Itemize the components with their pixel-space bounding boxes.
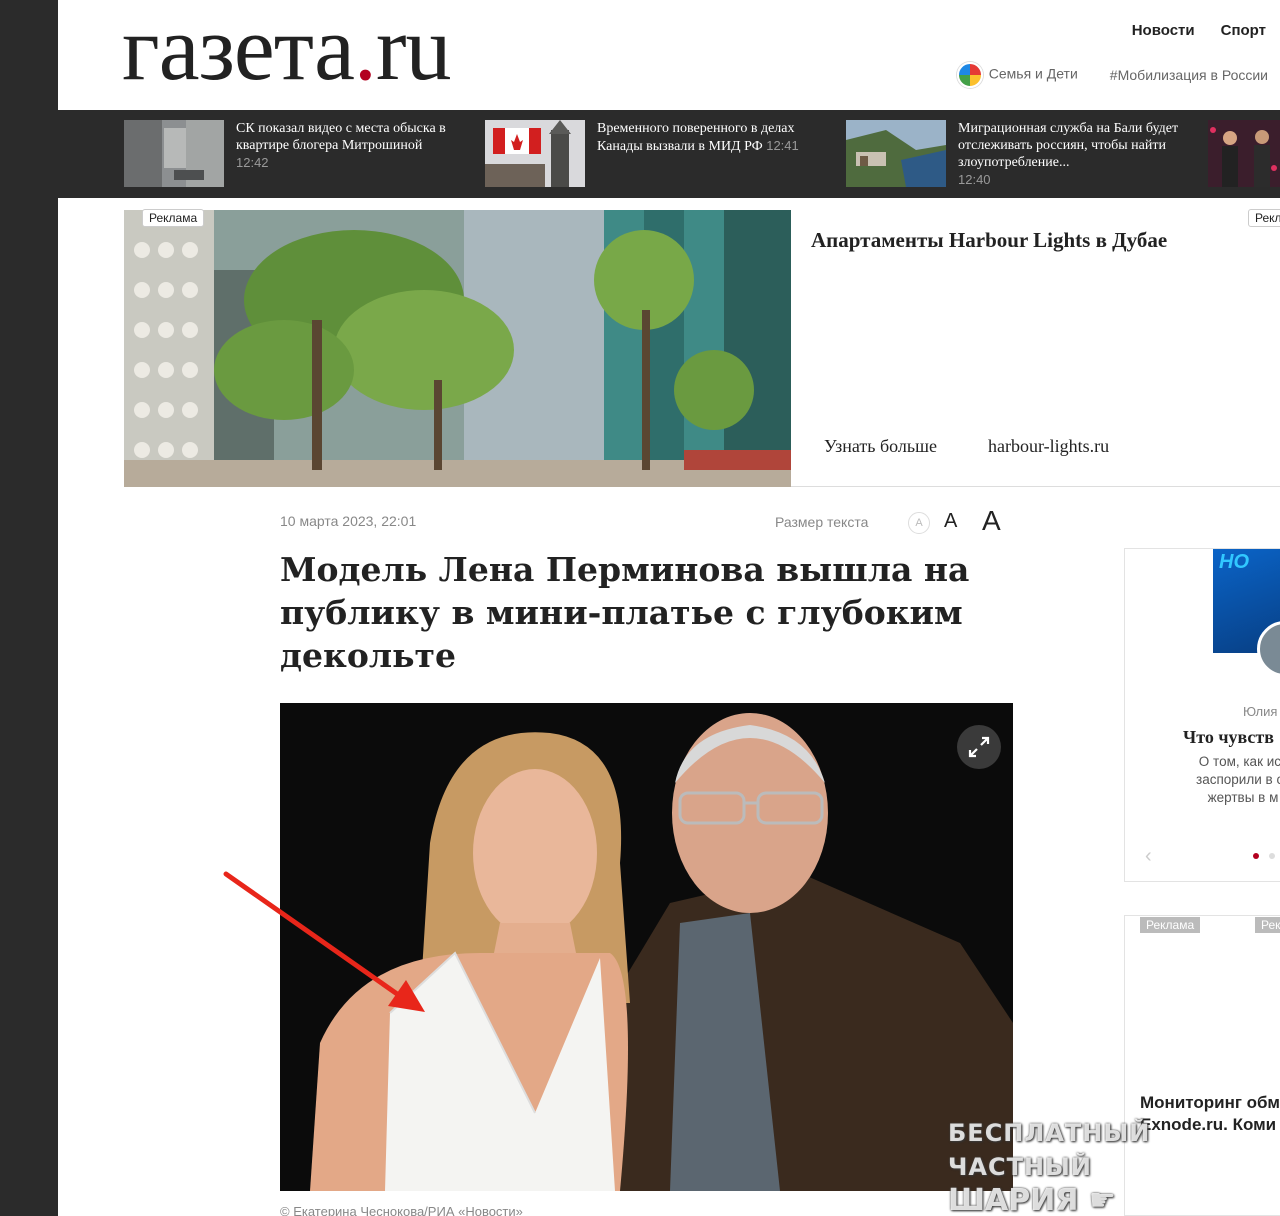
- nav-link-mobilization[interactable]: #Мобилизация в России: [1110, 67, 1268, 83]
- sidebar-ad-title-line: Мониторинг обм: [1140, 1093, 1280, 1112]
- sidebar-card-title[interactable]: Что чувств: [1183, 727, 1274, 748]
- news-ticker: СК показал видео с места обыска в кварти…: [58, 110, 1280, 198]
- text-size-label: Размер текста: [775, 514, 869, 530]
- sidebar-card-author: Юлия: [1243, 704, 1278, 719]
- top-navigation: Новости Спорт: [1132, 22, 1266, 39]
- ad-image[interactable]: [124, 210, 791, 487]
- nav-link-news[interactable]: Новости: [1132, 22, 1195, 39]
- news-title: Временного поверенного в делах Канады вы…: [597, 121, 795, 154]
- article-headline: Модель Лена Перминова вышла на публику в…: [280, 550, 970, 675]
- news-thumbnail: [1208, 120, 1280, 187]
- nav-link-sport[interactable]: Спорт: [1221, 22, 1266, 39]
- watermark: БЕСПЛАТНЫЙ ЧАСТНЫЙ ШАРИЯ ☛ Sharij.net: [948, 1116, 1280, 1216]
- ad-building-illustration: [124, 210, 791, 487]
- logo-main-text: газета: [122, 0, 355, 99]
- family-ball-icon: [956, 62, 983, 88]
- nav-link-family-label: Семья и Дети: [988, 65, 1078, 82]
- watermark-line: ШАРИЯ ☛ Sharij.net: [948, 1183, 1116, 1216]
- news-item[interactable]: [1208, 120, 1280, 187]
- news-item[interactable]: СК показал видео с места обыска в кварти…: [124, 120, 472, 187]
- carousel-dot-active[interactable]: [1253, 853, 1259, 859]
- news-title: Миграционная служба на Бали будет отслеж…: [958, 121, 1179, 170]
- red-arrow-annotation: [223, 871, 425, 1012]
- news-thumbnail: [485, 120, 585, 187]
- news-time: 12:40: [958, 172, 991, 187]
- left-dark-margin: [0, 0, 58, 1216]
- logo-dot: .: [353, 0, 377, 99]
- sub-navigation: Семья и Дети #Мобилизация в России: [956, 62, 1268, 88]
- site-logo[interactable]: газета.ru: [122, 2, 452, 94]
- news-time: 12:42: [236, 155, 269, 170]
- news-thumbnail: [846, 120, 946, 187]
- text-size-medium-button[interactable]: A: [944, 510, 957, 533]
- ad-learn-more-link[interactable]: Узнать больше: [824, 436, 937, 457]
- sidebar-card-image-text: НО: [1219, 551, 1249, 573]
- ad-label: Реклама: [1140, 917, 1201, 933]
- news-title: СК показал видео с места обыска в кварти…: [236, 121, 446, 153]
- watermark-line: БЕСПЛАТНЫЙ ЧАСТНЫЙ: [948, 1119, 1151, 1181]
- ad-domain-link[interactable]: harbour-lights.ru: [988, 436, 1109, 457]
- ad-label: Рек: [1255, 917, 1280, 933]
- carousel-dots: [1253, 853, 1275, 859]
- sidebar-opinion-card[interactable]: НО Юлия Что чувств О том, как ист заспор…: [1124, 548, 1280, 882]
- ad-label: Реклама: [142, 209, 205, 227]
- expand-icon: [968, 736, 990, 758]
- expand-photo-button[interactable]: [957, 725, 1001, 769]
- nav-link-family[interactable]: Семья и Дети: [956, 62, 1078, 88]
- article-date: 10 марта 2023, 22:01: [280, 513, 417, 529]
- carousel-dot[interactable]: [1269, 853, 1275, 859]
- ad-label: Рекл: [1248, 209, 1280, 227]
- ad-banner[interactable]: Реклама Рекл Апартаменты Harbour Lights …: [124, 209, 1280, 487]
- text-size-small-button[interactable]: A: [908, 512, 930, 534]
- text-size-large-button[interactable]: A: [982, 505, 1001, 537]
- logo-tld-text: ru: [375, 0, 452, 99]
- carousel-prev-icon[interactable]: ‹: [1145, 845, 1152, 868]
- news-time: 12:41: [766, 138, 799, 153]
- news-item[interactable]: Миграционная служба на Бали будет отслеж…: [846, 120, 1194, 189]
- ad-title[interactable]: Апартаменты Harbour Lights в Дубае: [811, 228, 1167, 253]
- photo-caption: © Екатерина Чеснокова/РИА «Новости»: [280, 1204, 523, 1216]
- news-thumbnail: [124, 120, 224, 187]
- news-item[interactable]: Временного поверенного в делах Канады вы…: [485, 120, 833, 187]
- sidebar-card-text: О том, как ист заспорили в су жертвы в м: [1196, 754, 1280, 805]
